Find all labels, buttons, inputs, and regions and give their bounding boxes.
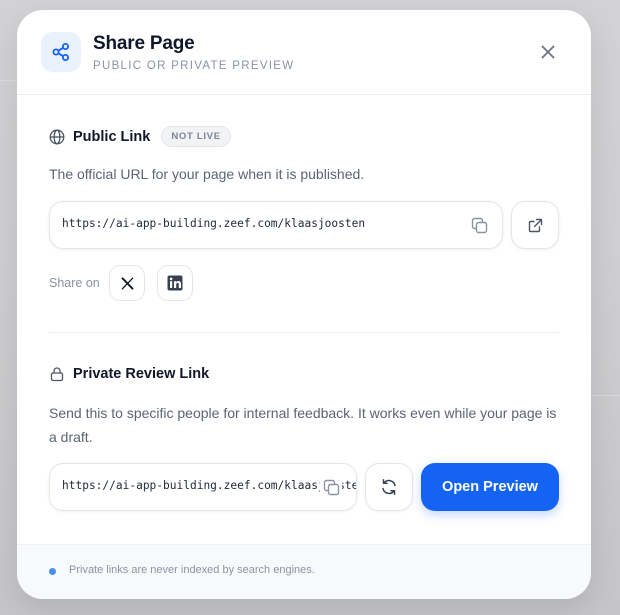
- share-icon: [52, 43, 69, 61]
- copy-public-url-button[interactable]: [468, 214, 490, 236]
- section-divider: [49, 332, 559, 333]
- dialog-footer: Private links are never indexed by searc…: [17, 544, 591, 599]
- x-logo-icon: [120, 276, 134, 290]
- footer-note: Private links are never indexed by searc…: [69, 564, 315, 576]
- share-x-button[interactable]: [109, 265, 145, 301]
- dialog-title: Share Page: [93, 33, 195, 54]
- dialog-subtitle: PUBLIC OR PRIVATE PREVIEW: [93, 60, 295, 72]
- share-page-dialog: Share Page PUBLIC OR PRIVATE PREVIEW Pub…: [17, 10, 591, 599]
- close-icon: [541, 45, 555, 59]
- copy-icon: [471, 217, 487, 233]
- open-public-url-button[interactable]: [511, 201, 559, 249]
- close-button[interactable]: [535, 39, 561, 65]
- private-url-field[interactable]: https://ai-app-building.zeef.com/klaasjo…: [49, 463, 357, 511]
- copy-private-url-button[interactable]: [320, 476, 342, 498]
- copy-icon: [323, 479, 339, 495]
- refresh-icon: [382, 479, 396, 495]
- info-dot: [49, 568, 56, 575]
- linkedin-logo-icon: [167, 275, 183, 291]
- private-link-description: Send this to specific people for interna…: [49, 405, 557, 445]
- public-url-field[interactable]: https://ai-app-building.zeef.com/klaasjo…: [49, 201, 503, 249]
- public-link-header: Public Link NOT LIVE: [49, 126, 231, 147]
- private-url-text[interactable]: https://ai-app-building.zeef.com/klaasjo…: [62, 479, 356, 492]
- open-preview-button[interactable]: Open Preview: [421, 463, 559, 511]
- external-link-icon: [528, 218, 542, 232]
- lock-icon: [50, 367, 64, 382]
- status-badge: NOT LIVE: [161, 126, 231, 147]
- dialog-header: Share Page PUBLIC OR PRIVATE PREVIEW: [17, 10, 591, 95]
- globe-icon: [49, 129, 65, 144]
- share-linkedin-button[interactable]: [157, 265, 193, 301]
- private-link-header: Private Review Link: [49, 366, 209, 382]
- share-icon-box: [41, 32, 81, 72]
- share-on-label: Share on: [49, 276, 100, 290]
- public-link-title: Public Link: [73, 128, 151, 145]
- private-link-title: Private Review Link: [73, 366, 210, 382]
- public-link-description: The official URL for your page when it i…: [49, 166, 365, 182]
- public-url-text[interactable]: https://ai-app-building.zeef.com/klaasjo…: [62, 217, 365, 230]
- regenerate-link-button[interactable]: [365, 463, 413, 511]
